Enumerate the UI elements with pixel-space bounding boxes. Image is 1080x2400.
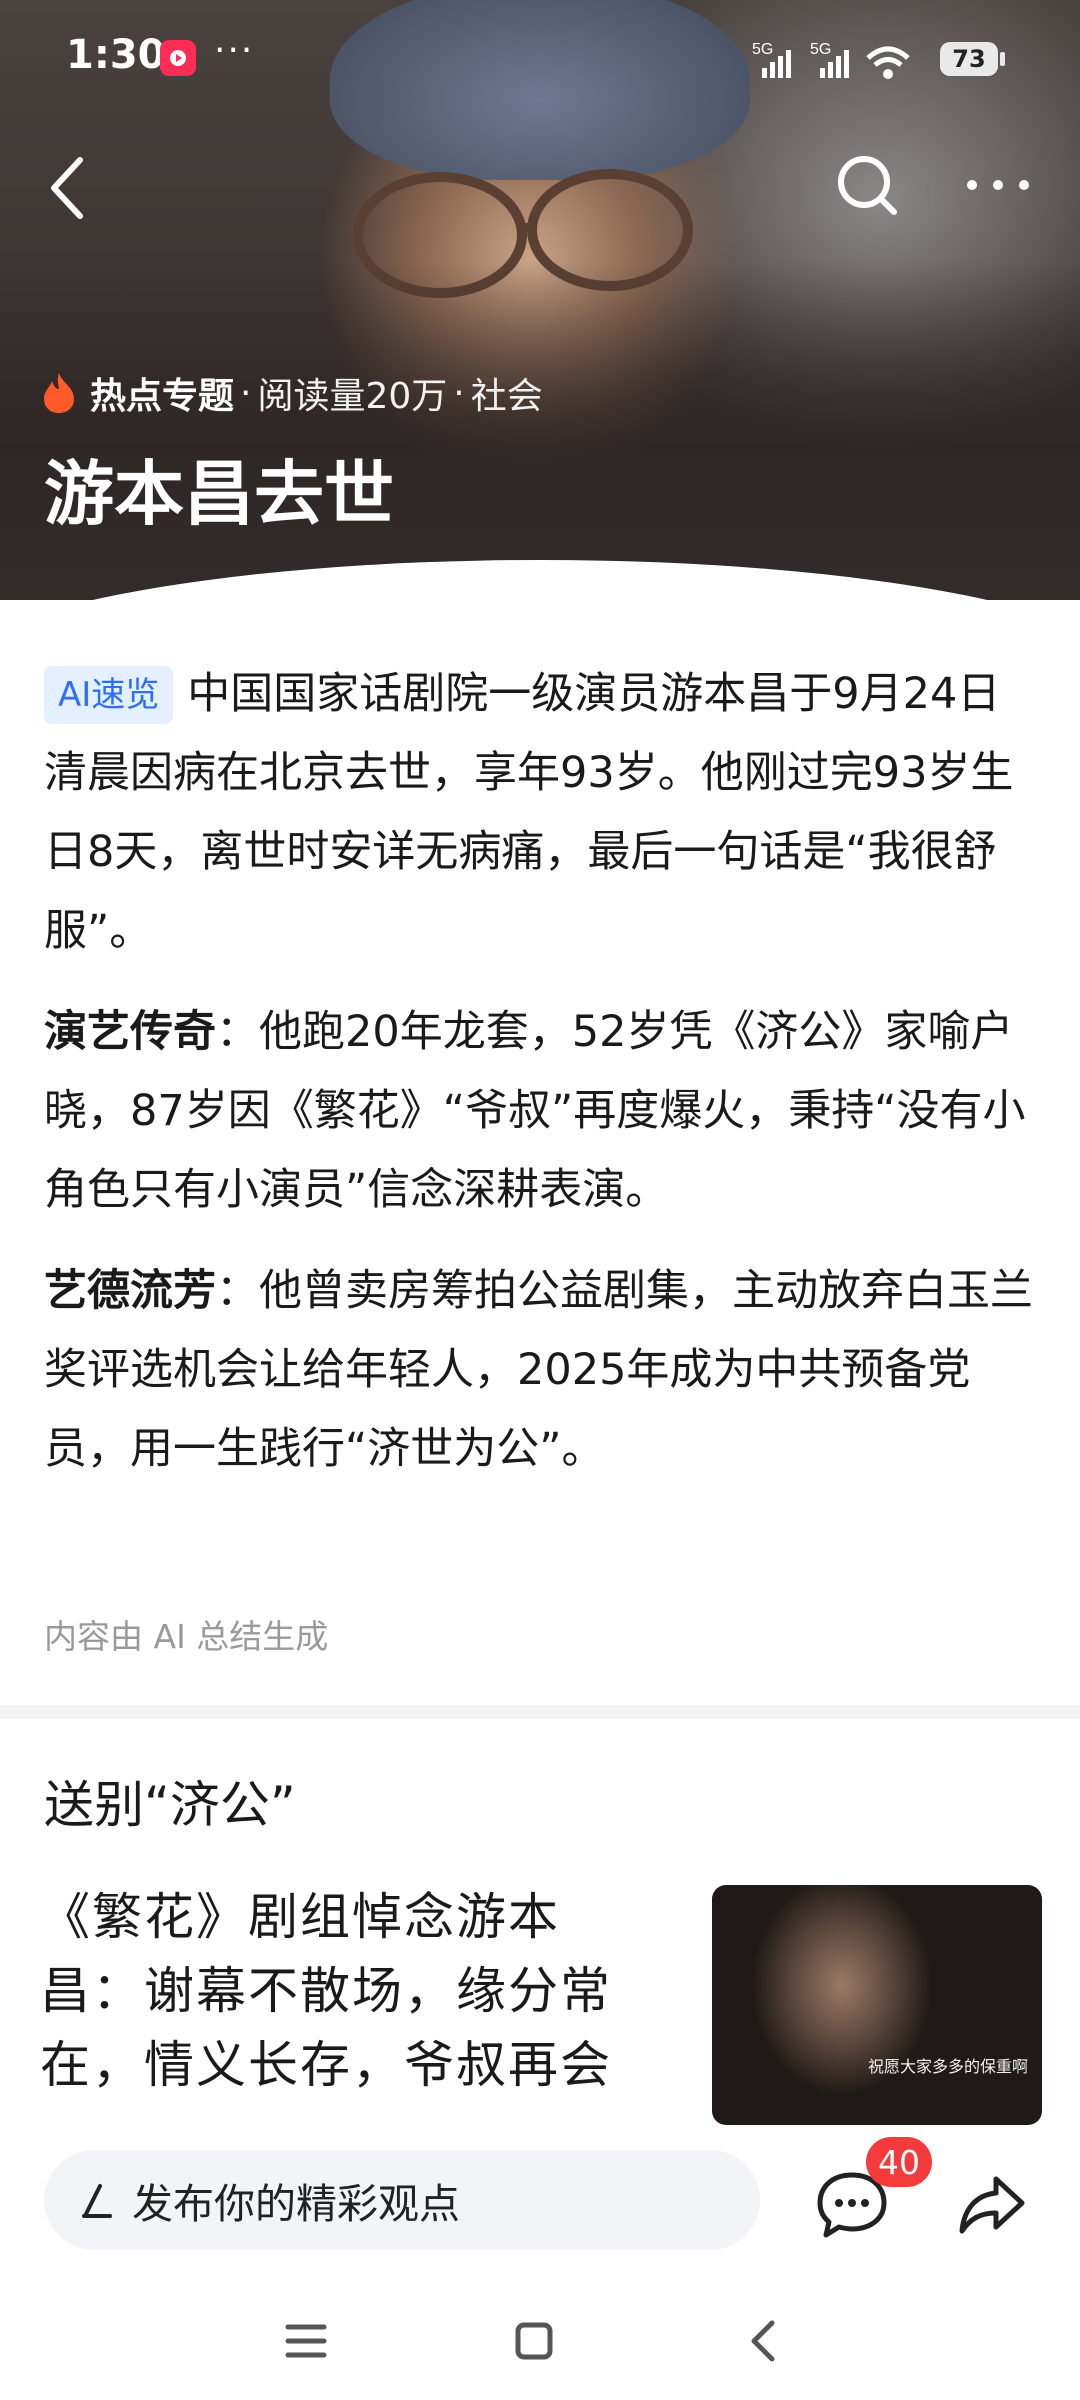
ai-summary: AI速览 中国国家话剧院一级演员游本昌于9月24日清晨因病在北京去世，享年93岁。… bbox=[44, 655, 1040, 1511]
summary-section1-label: 演艺传奇 bbox=[44, 1007, 216, 1057]
related-section-title: 送别“济公” bbox=[44, 1776, 296, 1834]
comment-input[interactable]: 发布你的精彩观点 bbox=[44, 2150, 760, 2250]
thumbnail-caption: 祝愿大家多多的保重啊 bbox=[867, 2057, 1028, 2076]
battery-indicator: 73 bbox=[940, 42, 998, 76]
category-label: 社会 bbox=[470, 376, 543, 417]
system-navigation-bar bbox=[0, 2275, 1080, 2400]
page-title: 游本昌去世 bbox=[44, 453, 394, 535]
read-count: 阅读量20万 bbox=[257, 376, 448, 417]
section-divider bbox=[0, 1705, 1080, 1719]
summary-section2-label: 艺德流芳 bbox=[44, 1266, 216, 1316]
ai-generated-note: 内容由 AI 总结生成 bbox=[44, 1617, 329, 1656]
menu-icon[interactable] bbox=[276, 2311, 336, 2371]
comment-count-badge: 40 bbox=[866, 2137, 932, 2187]
status-bar: 1:30 ··· 5G 5G 73 bbox=[0, 0, 1080, 110]
status-more: ··· bbox=[214, 30, 255, 71]
hero-header: 1:30 ··· 5G 5G 73 热点专题 · 阅读量20万 · 社会 游本昌… bbox=[0, 0, 1080, 600]
summary-intro: 中国国家话剧院一级演员游本昌于9月24日清晨因病在北京去世，享年93岁。他刚过完… bbox=[44, 669, 1014, 956]
signal-1-label: 5G bbox=[752, 41, 773, 58]
more-horizontal-icon[interactable] bbox=[958, 160, 1038, 210]
signal-2-label: 5G bbox=[810, 41, 831, 58]
topic-meta: 热点专题 · 阅读量20万 · 社会 bbox=[40, 366, 543, 420]
bottom-action-bar: 发布你的精彩观点 40 bbox=[0, 2125, 1080, 2275]
back-icon[interactable] bbox=[734, 2311, 794, 2371]
article-title[interactable]: 《繁花》剧组悼念游本昌：谢幕不散场，缘分常在，情义长存，爷叔再会 bbox=[40, 1880, 660, 2102]
home-icon[interactable] bbox=[504, 2311, 564, 2371]
share-icon[interactable] bbox=[952, 2165, 1032, 2245]
ai-badge: AI速览 bbox=[44, 666, 174, 724]
topic-label[interactable]: 热点专题 bbox=[90, 367, 234, 419]
pen-icon bbox=[82, 2184, 112, 2218]
search-icon[interactable] bbox=[832, 150, 902, 220]
fire-icon bbox=[44, 373, 74, 413]
video-app-icon bbox=[160, 40, 196, 76]
chevron-left-icon[interactable] bbox=[40, 148, 100, 228]
status-time: 1:30 bbox=[66, 32, 166, 78]
comment-placeholder: 发布你的精彩观点 bbox=[132, 2180, 460, 2228]
article-thumbnail[interactable]: 祝愿大家多多的保重啊 bbox=[712, 1885, 1042, 2125]
